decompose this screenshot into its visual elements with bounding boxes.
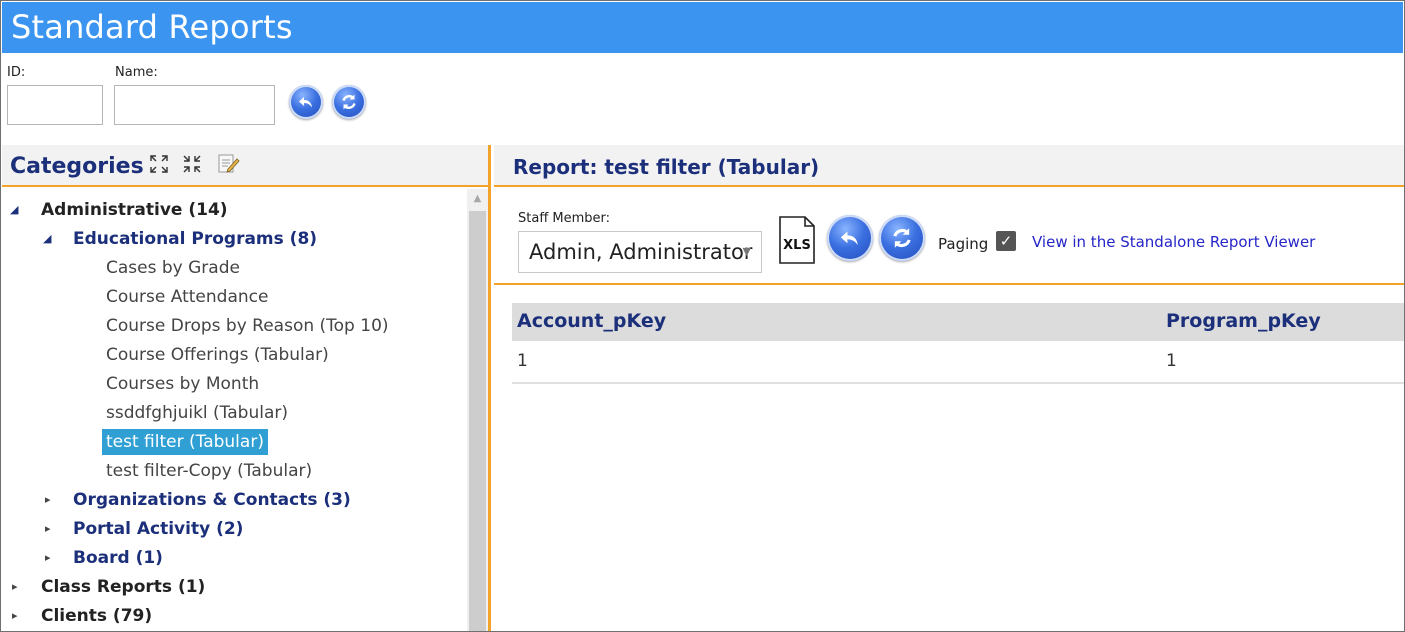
categories-header: Categories bbox=[2, 145, 488, 187]
expand-arrow-icon[interactable]: ▸ bbox=[12, 603, 18, 629]
report-grid: Account_pKey Program_pKey 1 1 bbox=[512, 303, 1404, 384]
expand-arrow-icon[interactable]: ▸ bbox=[45, 487, 51, 513]
dropdown-caret-icon: ▼ bbox=[742, 245, 751, 258]
categories-title: Categories bbox=[10, 154, 144, 179]
collapse-arrow-icon[interactable]: ◢ bbox=[43, 226, 51, 252]
tree-node-portal-activity[interactable]: Portal Activity (2) bbox=[73, 516, 243, 542]
report-title: Report: test filter (Tabular) bbox=[513, 155, 820, 179]
tree-leaf-report[interactable]: ssddfghjuikl (Tabular) bbox=[106, 400, 288, 426]
paging-label: Paging bbox=[938, 235, 989, 253]
undo-arrow-icon bbox=[840, 231, 858, 246]
app-title: Standard Reports bbox=[11, 8, 293, 46]
expand-all-icon[interactable] bbox=[149, 154, 169, 174]
tree-scrollbar[interactable]: ▲ bbox=[467, 189, 488, 631]
tree-leaf-report[interactable]: Course Drops by Reason (Top 10) bbox=[106, 313, 389, 339]
id-input[interactable] bbox=[7, 85, 103, 125]
paging-checkbox[interactable]: ✓ bbox=[996, 231, 1016, 251]
expand-arrow-icon[interactable]: ▸ bbox=[45, 545, 51, 571]
refresh-icon bbox=[342, 94, 356, 110]
scroll-thumb[interactable] bbox=[469, 211, 486, 631]
undo-arrow-icon bbox=[299, 97, 312, 108]
tree-leaf-report[interactable]: Course Offerings (Tabular) bbox=[106, 342, 329, 368]
staff-member-value: Admin, Administrator bbox=[529, 240, 753, 264]
tree-node-clients[interactable]: Clients (79) bbox=[41, 603, 152, 629]
tree-node-board[interactable]: Board (1) bbox=[73, 545, 163, 571]
report-back-button[interactable] bbox=[827, 215, 873, 261]
tree-leaf-report[interactable]: Course Attendance bbox=[106, 284, 268, 310]
categories-panel: Categories ◢ Administrative (14) ◢ Educa… bbox=[2, 145, 491, 631]
tree-node-class-reports[interactable]: Class Reports (1) bbox=[41, 574, 205, 600]
app-window: Standard Reports ID: Name: Categories ◢ … bbox=[0, 0, 1405, 632]
scroll-up-arrow-icon[interactable]: ▲ bbox=[467, 189, 488, 209]
expand-arrow-icon[interactable]: ▸ bbox=[12, 574, 18, 600]
name-label: Name: bbox=[115, 65, 158, 80]
app-header: Standard Reports bbox=[2, 2, 1403, 53]
column-header-account-pkey[interactable]: Account_pKey bbox=[517, 310, 666, 332]
id-label: ID: bbox=[7, 65, 26, 80]
staff-member-select[interactable]: Admin, Administrator ▼ bbox=[518, 231, 762, 273]
tree-node-administrative[interactable]: Administrative (14) bbox=[41, 197, 228, 223]
collapse-arrow-icon[interactable]: ◢ bbox=[10, 197, 18, 223]
xls-icon-label: XLS bbox=[783, 238, 811, 253]
collapse-all-icon[interactable] bbox=[182, 154, 202, 174]
report-header: Report: test filter (Tabular) bbox=[494, 145, 1404, 187]
table-cell: 1 bbox=[517, 351, 528, 371]
tree-leaf-report[interactable]: Courses by Month bbox=[106, 371, 259, 397]
search-refresh-button[interactable] bbox=[332, 85, 366, 119]
toolbar-divider bbox=[494, 283, 1404, 285]
refresh-icon bbox=[893, 228, 911, 248]
staff-member-label: Staff Member: bbox=[518, 211, 611, 226]
tree-leaf-report[interactable]: Cases by Grade bbox=[106, 255, 240, 281]
category-tree: ◢ Administrative (14) ◢ Educational Prog… bbox=[2, 189, 464, 631]
tree-node-educational-programs[interactable]: Educational Programs (8) bbox=[73, 226, 317, 252]
grid-header: Account_pKey Program_pKey bbox=[512, 303, 1404, 341]
search-back-button[interactable] bbox=[289, 85, 323, 119]
expand-arrow-icon[interactable]: ▸ bbox=[45, 516, 51, 542]
table-cell: 1 bbox=[1166, 351, 1177, 371]
standalone-viewer-link[interactable]: View in the Standalone Report Viewer bbox=[1032, 233, 1315, 251]
report-refresh-button[interactable] bbox=[879, 215, 925, 261]
tree-node-organizations-contacts[interactable]: Organizations & Contacts (3) bbox=[73, 487, 351, 513]
export-xls-icon[interactable]: XLS bbox=[777, 215, 817, 265]
name-input[interactable] bbox=[114, 85, 275, 125]
edit-list-icon[interactable] bbox=[216, 152, 240, 174]
tree-leaf-report[interactable]: test filter-Copy (Tabular) bbox=[106, 458, 312, 484]
report-panel: Report: test filter (Tabular) Staff Memb… bbox=[494, 145, 1404, 631]
tree-leaf-report-selected[interactable]: test filter (Tabular) bbox=[102, 429, 268, 455]
column-header-program-pkey[interactable]: Program_pKey bbox=[1166, 310, 1321, 332]
